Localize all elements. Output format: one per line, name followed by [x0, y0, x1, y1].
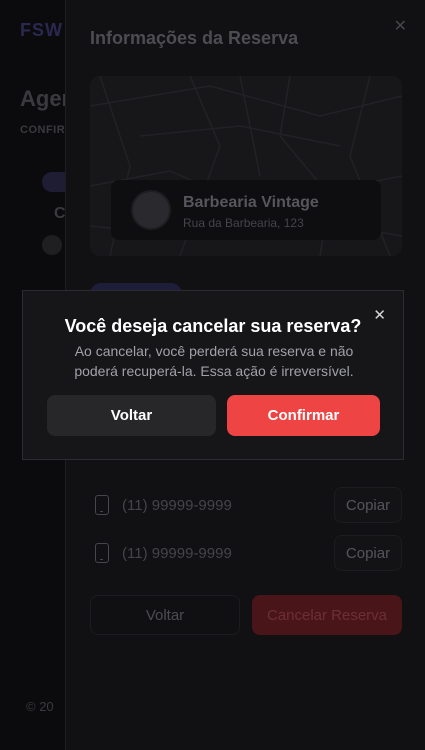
- barbershop-name: Barbearia Vintage: [183, 194, 319, 211]
- sheet-title: Informações da Reserva: [90, 28, 299, 48]
- smartphone-icon: [95, 495, 109, 515]
- phone-row: (11) 99999-9999 Copiar: [90, 535, 402, 571]
- barbershop-address: Rua da Barbearia, 123: [183, 216, 304, 230]
- dialog-title: Você deseja cancelar sua reserva?: [64, 316, 362, 336]
- copy-phone-button[interactable]: Copiar: [334, 535, 402, 571]
- smartphone-icon: [95, 543, 109, 563]
- section-label: CONFIR: [20, 124, 66, 136]
- sheet-back-button[interactable]: Voltar: [90, 595, 240, 635]
- app-logo: FSW: [20, 20, 63, 40]
- sheet-close-icon[interactable]: ✕: [394, 16, 407, 36]
- phone-number: (11) 99999-9999: [122, 545, 232, 562]
- barbershop-card: Barbearia Vintage Rua da Barbearia, 123: [111, 180, 381, 240]
- avatar: [42, 235, 62, 255]
- dialog-back-button[interactable]: Voltar: [47, 395, 216, 436]
- barbershop-avatar: [131, 190, 171, 230]
- cancel-booking-button[interactable]: Cancelar Reserva: [252, 595, 402, 635]
- footer-text: © 20: [26, 699, 54, 714]
- map-image: Barbearia Vintage Rua da Barbearia, 123: [90, 76, 402, 256]
- phone-row: (11) 99999-9999 Copiar: [90, 487, 402, 523]
- phone-number: (11) 99999-9999: [122, 497, 232, 514]
- screen: FSW Agen CONFIR C © 20 ✕ Informações da …: [0, 0, 425, 750]
- copy-phone-button[interactable]: Copiar: [334, 487, 402, 523]
- booking-card-title: C: [54, 205, 66, 222]
- cancel-confirmation-dialog: ✕ Você deseja cancelar sua reserva? Ao c…: [22, 290, 404, 460]
- confirm-cancel-button[interactable]: Confirmar: [227, 395, 380, 436]
- dialog-description: Ao cancelar, você perderá sua reserva e …: [74, 343, 354, 379]
